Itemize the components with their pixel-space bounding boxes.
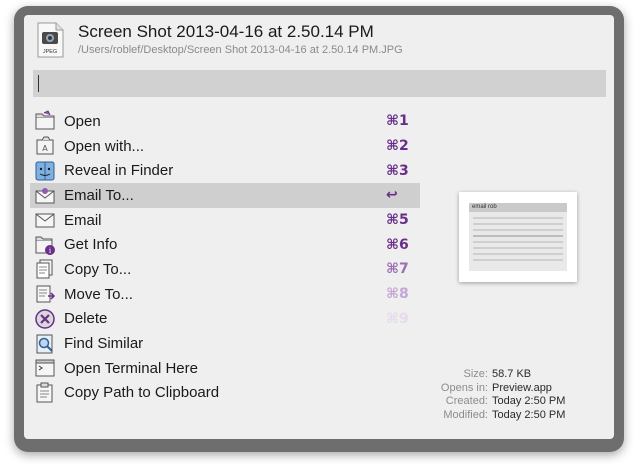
size-label: Size:	[463, 368, 488, 380]
action-move-to[interactable]: Move To... ⌘8	[30, 282, 420, 307]
created-label: Created:	[445, 395, 488, 408]
preview-line	[473, 253, 563, 255]
info-icon: i	[35, 236, 55, 255]
shortcut-key: ⌘5	[386, 212, 409, 229]
text-caret	[38, 75, 39, 92]
envelope-icon	[35, 213, 55, 228]
created-value: Today 2:50 PM	[492, 395, 566, 408]
preview-line	[473, 223, 563, 225]
preview-line	[473, 247, 563, 249]
find-similar-icon	[36, 334, 53, 354]
preview-thumbnail: email rob	[469, 203, 567, 271]
action-open-with[interactable]: A Open with... ⌘2	[30, 134, 420, 159]
preview-title: email rob	[472, 204, 497, 210]
action-reveal-in-finder[interactable]: Reveal in Finder ⌘3	[30, 158, 420, 183]
finder-icon	[35, 161, 55, 181]
shortcut-key: ⌘2	[386, 138, 409, 155]
modified-label: Modified:	[443, 409, 488, 422]
file-preview: email rob	[459, 192, 577, 282]
action-copy-to[interactable]: Copy To... ⌘7	[30, 257, 420, 282]
move-icon	[36, 285, 56, 303]
shortcut-key: ⌘9	[386, 310, 409, 327]
svg-text:A: A	[42, 144, 48, 153]
shortcut-key: ⌘8	[386, 286, 409, 303]
shortcut-key: ⌘1	[386, 113, 409, 130]
action-label: Open with...	[64, 137, 145, 155]
terminal-icon	[35, 359, 55, 377]
opens-in-value: Preview.app	[492, 381, 552, 394]
svg-text:JPEG: JPEG	[43, 49, 57, 55]
preview-line	[473, 259, 563, 261]
preview-line	[473, 241, 563, 243]
delete-icon	[35, 309, 55, 329]
action-email[interactable]: Email ⌘5	[30, 208, 420, 233]
info-values: 58.7 KB Preview.app Today 2:50 PM Today …	[492, 368, 565, 423]
action-open[interactable]: Open ⌘1	[30, 109, 420, 134]
action-label: Open	[64, 112, 101, 130]
jpeg-file-icon: JPEG	[37, 22, 64, 58]
action-label: Email To...	[64, 186, 134, 204]
action-label: Move To...	[64, 285, 133, 303]
preview-line	[473, 235, 563, 237]
action-list: Open ⌘1 A Open with... ⌘2 Reveal in Finder ⌘3 E…	[30, 109, 420, 405]
file-title: Screen Shot 2013-04-16 at 2.50.14 PM	[78, 22, 374, 41]
action-label: Copy To...	[64, 260, 132, 278]
action-copy-path-to-clipboard[interactable]: Copy Path to Clipboard	[30, 381, 420, 406]
shortcut-key: ↩	[386, 187, 398, 204]
action-email-to[interactable]: Email To... ↩	[30, 183, 420, 208]
file-path: /Users/roblef/Desktop/Screen Shot 2013-0…	[78, 44, 403, 56]
preview-titlebar: email rob	[469, 203, 567, 212]
action-open-terminal-here[interactable]: Open Terminal Here	[30, 356, 420, 381]
search-input[interactable]	[33, 70, 606, 97]
size-value: 58.7 KB	[492, 368, 532, 380]
action-label: Open Terminal Here	[64, 359, 198, 377]
action-label: Get Info	[64, 236, 118, 254]
action-delete[interactable]: Delete ⌘9	[30, 307, 420, 332]
action-label: Reveal in Finder	[64, 162, 174, 180]
folder-open-icon	[35, 110, 55, 130]
shortcut-key: ⌘6	[386, 236, 409, 253]
action-label: Delete	[64, 310, 108, 328]
clipboard-icon	[36, 382, 53, 403]
action-label: Find Similar	[64, 335, 144, 353]
preview-line	[473, 217, 563, 219]
action-label: Email	[64, 211, 102, 229]
shortcut-key: ⌘3	[386, 162, 409, 179]
modified-value: Today 2:50 PM	[492, 409, 566, 422]
shortcut-key: ⌘7	[386, 261, 409, 278]
action-find-similar[interactable]: Find Similar	[30, 331, 420, 356]
copy-icon	[36, 259, 53, 279]
open-with-icon: A	[36, 136, 54, 155]
preview-line	[473, 229, 563, 231]
action-label: Copy Path to Clipboard	[64, 384, 220, 402]
opens-in-label: Opens in:	[440, 381, 488, 394]
action-get-info[interactable]: i Get Info ⌘6	[30, 232, 420, 257]
info-labels: Size: Opens in: Created: Modified:	[398, 368, 488, 423]
email-to-icon	[35, 188, 55, 204]
